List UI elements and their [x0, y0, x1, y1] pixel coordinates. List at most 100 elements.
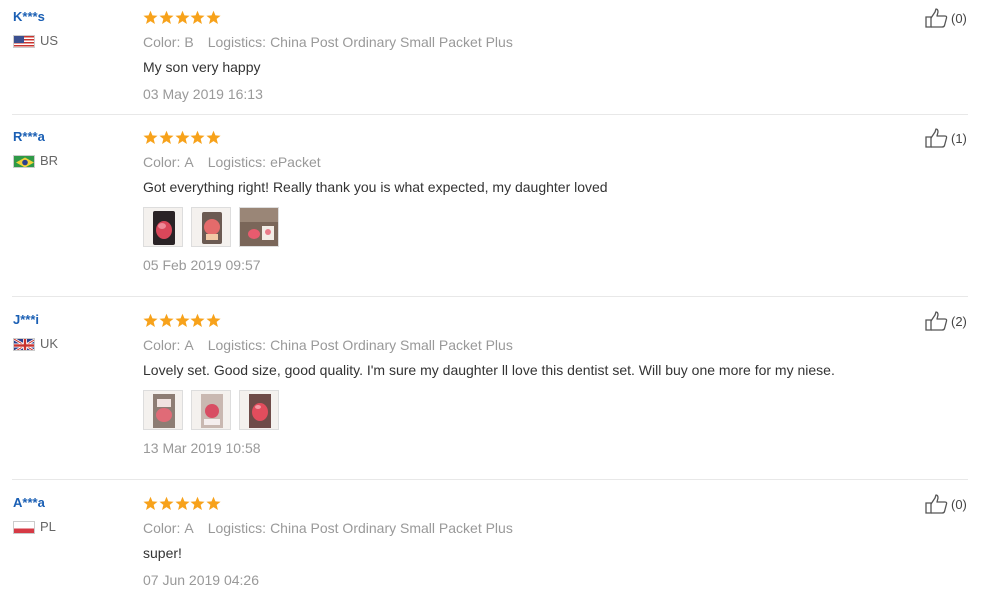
- pl-flag-icon: [13, 520, 35, 534]
- color-value: A: [184, 154, 194, 170]
- review-photo-thumbnail[interactable]: [191, 207, 231, 247]
- br-flag-icon: [13, 154, 35, 168]
- reviewer-name[interactable]: J***i: [13, 311, 58, 329]
- review-meta: Color: A Logistics: ePacket: [143, 153, 903, 171]
- star-rating: [143, 494, 903, 512]
- review-text: Got everything right! Really thank you i…: [143, 179, 608, 195]
- logistics-value: China Post Ordinary Small Packet Plus: [270, 34, 513, 50]
- reviewer-info: R***a BR: [13, 128, 58, 168]
- logistics-value: China Post Ordinary Small Packet Plus: [270, 337, 513, 353]
- helpful-count: (0): [951, 10, 967, 26]
- star-icon: [175, 10, 190, 24]
- star-icon: [206, 313, 221, 327]
- thumbs-up-icon: [925, 8, 948, 28]
- logistics-label: Logistics:: [207, 34, 267, 50]
- uk-flag-icon: [13, 337, 35, 351]
- color-value: A: [184, 337, 194, 353]
- review-content: Color: B Logistics: China Post Ordinary Sma…: [143, 8, 903, 103]
- star-icon: [175, 130, 190, 144]
- review-photos: [143, 390, 903, 430]
- reviewer-name[interactable]: R***a: [13, 128, 58, 146]
- star-rating: [143, 128, 903, 146]
- color-value: B: [184, 34, 194, 50]
- divider: [12, 479, 968, 480]
- reviewer-country: US: [13, 34, 58, 48]
- review-meta: Color: A Logistics: China Post Ordinary Sma…: [143, 336, 903, 354]
- star-icon: [190, 10, 205, 24]
- star-rating: [143, 8, 903, 26]
- review-date: 13 Mar 2019 10:58: [143, 440, 261, 456]
- country-code: PL: [40, 519, 56, 534]
- country-code: US: [40, 33, 59, 48]
- helpful-button[interactable]: (0): [925, 8, 967, 28]
- us-flag-icon: [13, 34, 35, 48]
- helpful-count: (0): [951, 496, 967, 512]
- review-text: Lovely set. Good size, good quality. I'm…: [143, 362, 835, 378]
- helpful-button[interactable]: (2): [925, 311, 967, 331]
- divider: [12, 296, 968, 297]
- star-icon: [190, 313, 205, 327]
- star-icon: [143, 10, 158, 24]
- review-content: Color: A Logistics: China Post Ordinary Sma…: [143, 494, 903, 589]
- star-icon: [159, 10, 174, 24]
- review-text: super!: [143, 545, 182, 561]
- star-icon: [175, 313, 190, 327]
- reviewer-info: A***a PL: [13, 494, 56, 534]
- review-content: Color: A Logistics: China Post Ordinary Sma…: [143, 311, 903, 457]
- star-icon: [159, 313, 174, 327]
- helpful-button[interactable]: (1): [925, 128, 967, 148]
- reviewer-country: PL: [13, 520, 56, 534]
- star-rating: [143, 311, 903, 329]
- thumbs-up-icon: [925, 128, 948, 148]
- helpful-button[interactable]: (0): [925, 494, 967, 514]
- reviewer-country: BR: [13, 154, 58, 168]
- review-meta: Color: B Logistics: China Post Ordinary Sma…: [143, 33, 903, 51]
- logistics-label: Logistics:: [207, 154, 267, 170]
- reviewer-info: J***i UK: [13, 311, 58, 351]
- review-photo-thumbnail[interactable]: [239, 390, 279, 430]
- review-photo-thumbnail[interactable]: [143, 207, 183, 247]
- review-photo-thumbnail[interactable]: [239, 207, 279, 247]
- star-icon: [175, 496, 190, 510]
- reviewer-info: K***s US: [13, 8, 58, 48]
- star-icon: [190, 496, 205, 510]
- color-value: A: [184, 520, 194, 536]
- reviewer-name[interactable]: K***s: [13, 8, 58, 26]
- star-icon: [159, 496, 174, 510]
- logistics-value: ePacket: [270, 154, 321, 170]
- star-icon: [206, 496, 221, 510]
- logistics-value: China Post Ordinary Small Packet Plus: [270, 520, 513, 536]
- color-label: Color:: [143, 520, 181, 536]
- review-photos: [143, 207, 903, 247]
- review-photo-thumbnail[interactable]: [191, 390, 231, 430]
- star-icon: [159, 130, 174, 144]
- review-list: K***s US Color: B Logistics: China Post Ord…: [0, 0, 1000, 595]
- review-content: Color: A Logistics: ePacket Got everything …: [143, 128, 903, 274]
- review-photo-thumbnail[interactable]: [143, 390, 183, 430]
- helpful-count: (1): [951, 130, 967, 146]
- color-label: Color:: [143, 154, 181, 170]
- star-icon: [206, 10, 221, 24]
- star-icon: [143, 313, 158, 327]
- thumbs-up-icon: [925, 494, 948, 514]
- color-label: Color:: [143, 337, 181, 353]
- star-icon: [190, 130, 205, 144]
- reviewer-name[interactable]: A***a: [13, 494, 56, 512]
- thumbs-up-icon: [925, 311, 948, 331]
- divider: [12, 114, 968, 115]
- review-date: 07 Jun 2019 04:26: [143, 572, 259, 588]
- star-icon: [206, 130, 221, 144]
- country-code: UK: [40, 336, 59, 351]
- logistics-label: Logistics:: [207, 520, 267, 536]
- color-label: Color:: [143, 34, 181, 50]
- review-date: 03 May 2019 16:13: [143, 86, 263, 102]
- review-date: 05 Feb 2019 09:57: [143, 257, 261, 273]
- logistics-label: Logistics:: [207, 337, 267, 353]
- review-meta: Color: A Logistics: China Post Ordinary Sma…: [143, 519, 903, 537]
- star-icon: [143, 496, 158, 510]
- country-code: BR: [40, 153, 59, 168]
- reviewer-country: UK: [13, 337, 58, 351]
- star-icon: [143, 130, 158, 144]
- review-text: My son very happy: [143, 59, 261, 75]
- helpful-count: (2): [951, 313, 967, 329]
